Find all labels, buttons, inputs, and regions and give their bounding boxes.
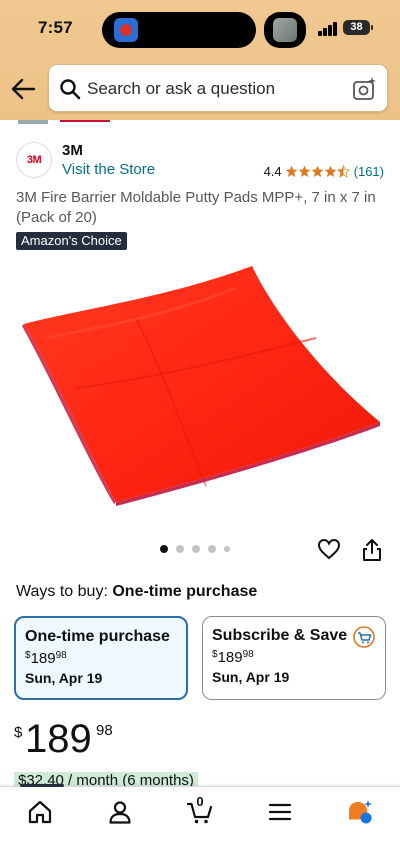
- star-full-icon: [311, 165, 323, 177]
- status-time: 7:57: [38, 18, 73, 37]
- carousel-dot[interactable]: [208, 545, 216, 553]
- heart-icon[interactable]: [317, 537, 341, 561]
- dynamic-island[interactable]: [102, 12, 256, 48]
- star-rating: [285, 164, 350, 178]
- brand-logo[interactable]: 3M: [16, 142, 52, 178]
- price-currency: $: [14, 724, 23, 741]
- back-arrow-icon[interactable]: [10, 76, 36, 102]
- battery-icon: 38: [343, 20, 373, 35]
- nav-rufus[interactable]: [338, 797, 382, 827]
- active-tab-indicator: [20, 784, 64, 787]
- nav-account[interactable]: [98, 797, 142, 827]
- rating-count: (161): [353, 163, 384, 179]
- home-icon: [28, 800, 52, 824]
- bottom-navigation: 0: [0, 784, 400, 866]
- option-price: $18998: [25, 650, 67, 667]
- live-activity-app-icon: [114, 18, 138, 42]
- one-time-purchase-option[interactable]: One-time purchase $18998 Sun, Apr 19: [14, 616, 188, 700]
- search-input[interactable]: [87, 75, 337, 103]
- subscribe-and-save-option[interactable]: Subscribe & Save $18998 Sun, Apr 19: [202, 616, 386, 700]
- search-icon: [60, 79, 81, 100]
- product-title: 3M Fire Barrier Moldable Putty Pads MPP+…: [16, 189, 376, 226]
- account-icon: [109, 801, 131, 824]
- menu-icon: [268, 803, 292, 821]
- brand-name: 3M: [62, 142, 83, 159]
- cellular-signal-icon: [318, 22, 338, 36]
- carousel-dot[interactable]: [224, 546, 230, 552]
- carousel-dot[interactable]: [192, 545, 200, 553]
- star-full-icon: [285, 165, 297, 177]
- nav-cart[interactable]: 0: [178, 794, 222, 827]
- price-whole: 189: [25, 717, 92, 761]
- option-title: Subscribe & Save: [212, 627, 348, 644]
- visit-store-link[interactable]: Visit the Store: [62, 161, 155, 178]
- live-activity-thumbnail[interactable]: [264, 12, 306, 48]
- carousel-dot[interactable]: [160, 545, 168, 553]
- star-half-icon: [336, 164, 350, 178]
- search-bar[interactable]: [48, 64, 388, 112]
- ways-to-buy-value: One-time purchase: [112, 583, 258, 600]
- previous-section-peek: [0, 120, 400, 128]
- nav-home[interactable]: [18, 797, 62, 827]
- carousel-dot[interactable]: [176, 545, 184, 553]
- option-title: One-time purchase: [25, 628, 170, 645]
- red-putty-pad-image[interactable]: [16, 258, 386, 520]
- status-bar: 7:57 38: [0, 0, 400, 60]
- star-full-icon: [298, 165, 310, 177]
- rating-value: 4.4: [263, 163, 282, 179]
- image-carousel-dots[interactable]: [160, 545, 230, 553]
- share-icon[interactable]: [361, 538, 383, 562]
- price-fraction: 98: [96, 722, 113, 739]
- option-delivery-date: Sun, Apr 19: [212, 669, 290, 685]
- rating-summary[interactable]: 4.4 (161): [264, 162, 384, 180]
- ways-to-buy-label: Ways to buy:: [16, 583, 108, 600]
- rufus-icon: [349, 800, 372, 824]
- option-delivery-date: Sun, Apr 19: [25, 670, 103, 686]
- nav-menu[interactable]: [258, 797, 302, 827]
- cart-count-badge: 0: [196, 794, 204, 809]
- top-header: 7:57 38: [0, 0, 400, 120]
- option-price: $18998: [212, 649, 254, 666]
- ways-to-buy: Ways to buy: One-time purchase: [16, 583, 257, 601]
- camera-search-icon[interactable]: [351, 76, 377, 102]
- amazons-choice-badge[interactable]: Amazon's Choice: [16, 232, 127, 250]
- star-full-icon: [324, 165, 336, 177]
- subscribe-cart-icon: [353, 626, 375, 648]
